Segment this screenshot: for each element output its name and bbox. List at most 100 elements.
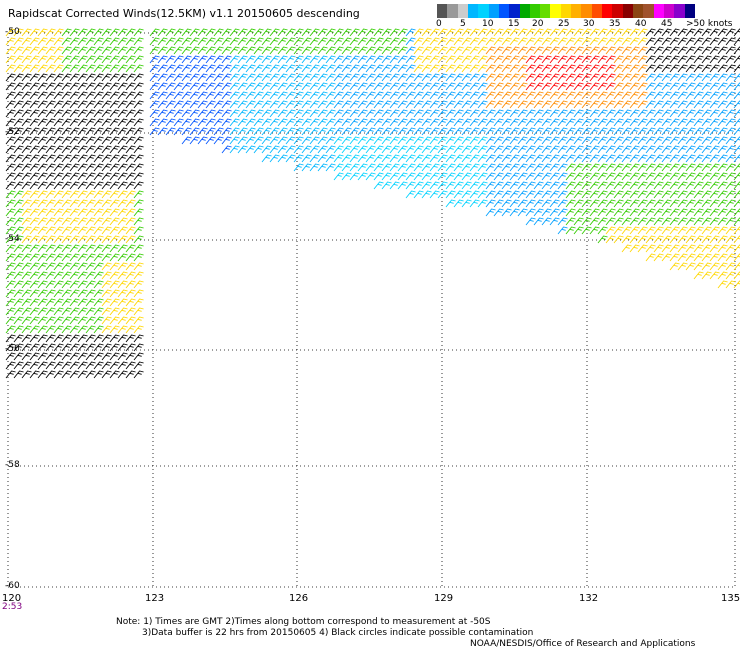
wind-barb bbox=[5, 46, 16, 55]
wind-map bbox=[5, 28, 740, 588]
gridlines bbox=[7, 32, 736, 588]
wind-barb bbox=[5, 64, 16, 73]
legend-swatch bbox=[684, 4, 695, 18]
wind-barb bbox=[5, 244, 16, 253]
wind-barb bbox=[5, 91, 16, 100]
wind-barb bbox=[5, 253, 16, 262]
wind-barb bbox=[5, 208, 16, 217]
wind-barb bbox=[5, 190, 16, 199]
wind-barb bbox=[645, 253, 656, 262]
wind-barb bbox=[5, 316, 16, 325]
wind-barb bbox=[5, 226, 16, 235]
wind-barb bbox=[149, 28, 160, 37]
wind-barb bbox=[149, 37, 160, 46]
wind-barb bbox=[5, 136, 16, 145]
wind-barb bbox=[445, 199, 456, 208]
legend-swatch bbox=[478, 4, 489, 18]
legend-label: >50 knots bbox=[686, 19, 733, 29]
legend-label: 25 bbox=[558, 19, 570, 29]
legend-label: 10 bbox=[482, 19, 494, 29]
color-legend: 0 5 10 15 20 25 30 35 40 45 >50 knots bbox=[436, 4, 737, 34]
legend-labels: 0 5 10 15 20 25 30 35 40 45 >50 knots bbox=[436, 18, 737, 32]
legend-swatch bbox=[602, 4, 613, 18]
wind-barb bbox=[5, 352, 16, 361]
map-title: Rapidscat Corrected Winds(12.5KM) v1.1 2… bbox=[8, 7, 360, 20]
wind-barb bbox=[5, 73, 16, 82]
legend-label: 45 bbox=[661, 19, 673, 29]
wind-barb bbox=[5, 109, 16, 118]
wind-barb bbox=[293, 163, 304, 172]
wind-barb bbox=[621, 244, 632, 253]
legend-label: 35 bbox=[609, 19, 621, 29]
lat-label: -58 bbox=[5, 460, 20, 470]
lon-label: 126 bbox=[289, 593, 309, 604]
wind-barb bbox=[5, 334, 16, 343]
legend-swatch bbox=[622, 4, 633, 18]
legend-swatch bbox=[643, 4, 654, 18]
wind-barb bbox=[181, 136, 192, 145]
legend-label: 0 bbox=[436, 19, 442, 29]
legend-label: 15 bbox=[508, 19, 520, 29]
wind-barb bbox=[717, 280, 728, 289]
wind-barb bbox=[5, 298, 16, 307]
wind-barb bbox=[5, 271, 16, 280]
legend-swatch bbox=[437, 4, 448, 18]
footnote-line-1: Note: 1) Times are GMT 2)Times along bot… bbox=[116, 617, 491, 627]
legend-swatch bbox=[529, 4, 541, 18]
legend-swatch bbox=[498, 4, 510, 18]
wind-barb bbox=[221, 145, 232, 154]
wind-barb bbox=[5, 37, 16, 46]
legend-label: 5 bbox=[460, 19, 466, 29]
wind-barb bbox=[149, 109, 160, 118]
legend-swatch bbox=[653, 4, 664, 18]
legend-swatch bbox=[447, 4, 458, 18]
wind-barb bbox=[5, 199, 16, 208]
lat-label: -54 bbox=[5, 234, 20, 244]
wind-barb bbox=[5, 181, 16, 190]
wind-barb bbox=[5, 361, 16, 370]
wind-barb bbox=[149, 64, 160, 73]
wind-barb bbox=[485, 208, 496, 217]
footnote-credit: NOAA/NESDIS/Office of Research and Appli… bbox=[470, 639, 696, 649]
footnote-line-2: 3)Data buffer is 22 hrs from 20150605 4)… bbox=[142, 628, 534, 638]
lat-label: -56 bbox=[5, 344, 20, 354]
lat-label: -60 bbox=[5, 581, 20, 591]
legend-label: 20 bbox=[532, 19, 544, 29]
legend-swatch bbox=[632, 4, 644, 18]
wind-barb bbox=[5, 289, 16, 298]
legend-swatch bbox=[591, 4, 602, 18]
lon-label: 132 bbox=[579, 593, 599, 604]
legend-swatch bbox=[457, 4, 468, 18]
lon-label: 123 bbox=[145, 593, 165, 604]
wind-barb bbox=[557, 226, 568, 235]
wind-barb bbox=[693, 271, 704, 280]
wind-barb bbox=[149, 46, 160, 55]
legend-swatch bbox=[540, 4, 551, 18]
lon-label: 135 bbox=[721, 593, 740, 604]
wind-barb bbox=[149, 55, 160, 64]
legend-swatch bbox=[509, 4, 520, 18]
legend-swatch bbox=[519, 4, 530, 18]
wind-barb bbox=[373, 181, 384, 190]
wind-barb bbox=[5, 100, 16, 109]
legend-swatch bbox=[674, 4, 685, 18]
legend-swatch bbox=[560, 4, 572, 18]
wind-barb bbox=[5, 172, 16, 181]
wind-barb bbox=[149, 127, 160, 136]
wind-barb bbox=[333, 172, 344, 181]
wind-barb bbox=[5, 118, 16, 127]
wind-barbs bbox=[5, 28, 740, 379]
lat-label: -50 bbox=[5, 27, 20, 37]
wind-barb bbox=[5, 82, 16, 91]
wind-barb bbox=[5, 55, 16, 64]
legend-label: 30 bbox=[583, 19, 595, 29]
legend-swatch bbox=[467, 4, 479, 18]
legend-swatch bbox=[550, 4, 561, 18]
wind-barb bbox=[525, 217, 536, 226]
wind-barb bbox=[5, 145, 16, 154]
wind-barb bbox=[5, 154, 16, 163]
wind-barb bbox=[5, 325, 16, 334]
time-label: 2:53 bbox=[2, 602, 23, 612]
wind-barb bbox=[405, 190, 416, 199]
wind-barb bbox=[5, 280, 16, 289]
